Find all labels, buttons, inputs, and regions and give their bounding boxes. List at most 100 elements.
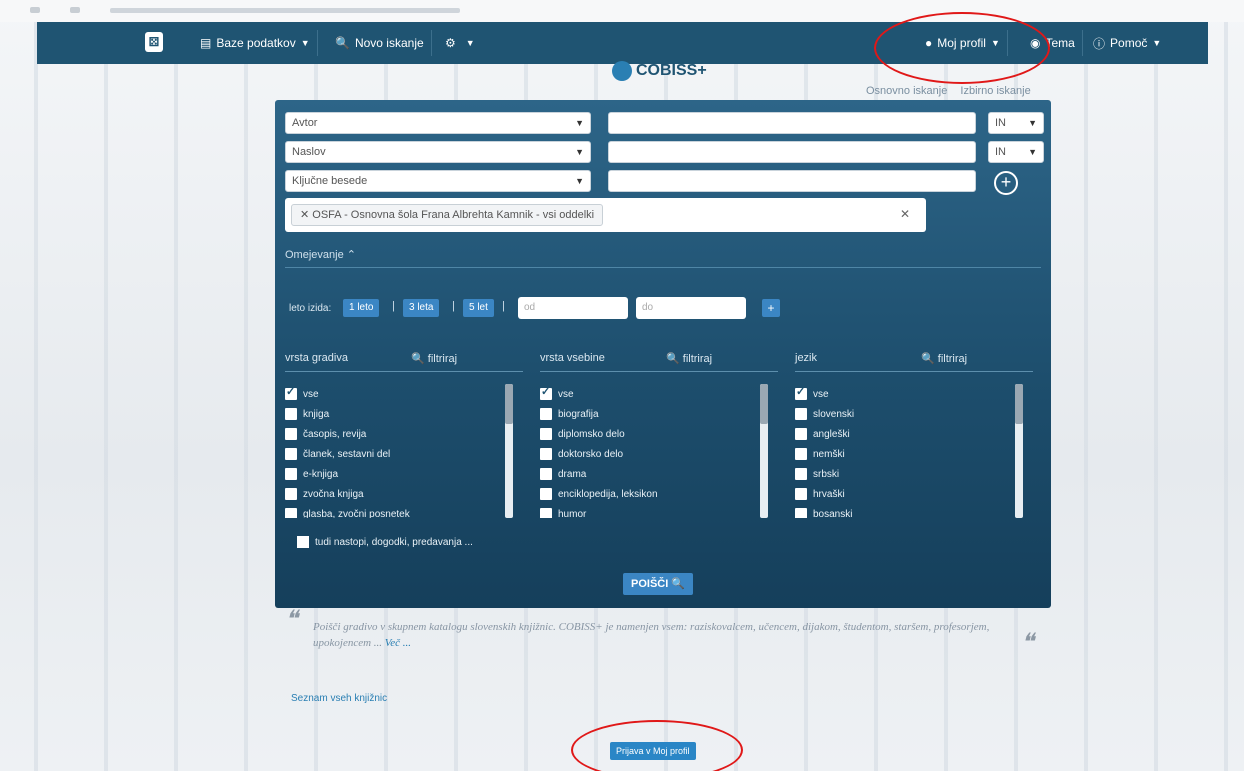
cobiss-logo-icon bbox=[612, 61, 632, 81]
year-from-input[interactable]: od bbox=[518, 297, 628, 319]
scrollbar[interactable] bbox=[505, 384, 513, 518]
add-row-plus-icon[interactable]: + bbox=[994, 171, 1018, 195]
search-term-input-3[interactable] bbox=[608, 170, 976, 192]
list-item[interactable]: enciklopedija, leksikon bbox=[540, 484, 770, 504]
checkbox[interactable] bbox=[285, 508, 297, 518]
cobiss-logo-icon[interactable]: ⚄ bbox=[145, 32, 163, 52]
search-term-input-2[interactable] bbox=[608, 141, 976, 163]
list-item[interactable]: humor bbox=[540, 504, 770, 518]
expert-search-link[interactable]: Izbirno iskanje bbox=[960, 85, 1030, 97]
checkbox[interactable] bbox=[540, 468, 552, 480]
checkbox[interactable] bbox=[795, 508, 807, 518]
list-item[interactable]: bosanski bbox=[795, 504, 1025, 518]
checkbox[interactable] bbox=[285, 428, 297, 440]
restrict-toggle[interactable]: Omejevanje ⌃ bbox=[285, 248, 356, 261]
filter-header: jezik 🔍 filtriraj bbox=[795, 348, 1033, 372]
filter-header: vrsta gradiva 🔍 filtriraj bbox=[285, 348, 523, 372]
filter-search-link[interactable]: 🔍 filtriraj bbox=[666, 352, 712, 365]
checkbox[interactable] bbox=[285, 468, 297, 480]
chevron-down-icon: ▼ bbox=[575, 147, 584, 157]
checkbox[interactable] bbox=[297, 536, 309, 548]
quote-open-icon: ❝ bbox=[285, 607, 298, 633]
my-profile-menu[interactable]: ● Moj profil ▼ bbox=[917, 22, 1008, 64]
library-scope-field[interactable]: ✕ OSFA - Osnovna šola Frana Albrehta Kam… bbox=[285, 198, 926, 232]
checkbox[interactable] bbox=[540, 488, 552, 500]
chevron-down-icon: ▼ bbox=[465, 38, 475, 48]
list-item[interactable]: biografija bbox=[540, 404, 770, 424]
checkbox[interactable] bbox=[795, 408, 807, 420]
checkbox[interactable] bbox=[540, 508, 552, 518]
apply-years-plus-button[interactable]: + bbox=[762, 299, 780, 317]
my-profile-label: Moj profil bbox=[937, 36, 986, 50]
list-item[interactable]: časopis, revija bbox=[285, 424, 515, 444]
list-item[interactable]: doktorsko delo bbox=[540, 444, 770, 464]
list-item[interactable]: vse bbox=[540, 384, 770, 404]
year-1-button[interactable]: 1 leto bbox=[343, 299, 380, 317]
field-select-2[interactable]: Naslov ▼ bbox=[285, 141, 591, 163]
operator-select-1[interactable]: IN ▼ bbox=[988, 112, 1044, 134]
theme-label: Tema bbox=[1045, 36, 1075, 50]
login-my-profile-button[interactable]: Prijava v Moj profil bbox=[610, 742, 696, 760]
checkbox[interactable] bbox=[540, 408, 552, 420]
checkbox[interactable] bbox=[285, 488, 297, 500]
library-scope-tag[interactable]: ✕ OSFA - Osnovna šola Frana Albrehta Kam… bbox=[291, 204, 604, 226]
address-bar[interactable] bbox=[110, 8, 460, 13]
chevron-down-icon: ▼ bbox=[575, 118, 584, 128]
list-item[interactable]: članek, sestavni del bbox=[285, 444, 515, 464]
list-item[interactable]: knjiga bbox=[285, 404, 515, 424]
back-icon[interactable] bbox=[30, 7, 40, 13]
clear-scope-icon[interactable]: ✕ bbox=[900, 207, 910, 221]
list-item[interactable]: glasba, zvočni posnetek bbox=[285, 504, 515, 518]
year-5-button[interactable]: 5 let bbox=[463, 299, 494, 317]
search-icon: 🔍 bbox=[666, 353, 680, 365]
checkbox[interactable] bbox=[795, 468, 807, 480]
all-libraries-link[interactable]: Seznam vseh knjižnic bbox=[291, 693, 387, 704]
field-select-value: Ključne besede bbox=[292, 175, 368, 187]
filter-search-link[interactable]: 🔍 filtriraj bbox=[411, 352, 457, 365]
new-search-link[interactable]: 🔍 Novo iskanje bbox=[327, 22, 432, 64]
checkbox[interactable] bbox=[540, 448, 552, 460]
list-item[interactable]: vse bbox=[795, 384, 1025, 404]
filter-search-link[interactable]: 🔍 filtriraj bbox=[921, 352, 967, 365]
more-link[interactable]: Več ... bbox=[385, 637, 411, 649]
databases-menu[interactable]: ▤ Baze podatkov ▼ bbox=[192, 22, 318, 64]
list-item[interactable]: drama bbox=[540, 464, 770, 484]
year-3-button[interactable]: 3 leta bbox=[403, 299, 440, 317]
events-checkbox-option[interactable]: tudi nastopi, dogodki, predavanja ... bbox=[297, 536, 473, 548]
list-item[interactable]: diplomsko delo bbox=[540, 424, 770, 444]
search-term-input-1[interactable] bbox=[608, 112, 976, 134]
scrollbar[interactable] bbox=[1015, 384, 1023, 518]
list-item[interactable]: slovenski bbox=[795, 404, 1025, 424]
year-to-input[interactable]: do bbox=[636, 297, 746, 319]
list-item[interactable]: hrvaški bbox=[795, 484, 1025, 504]
chevron-down-icon: ▼ bbox=[300, 38, 310, 48]
field-select-3[interactable]: Ključne besede ▼ bbox=[285, 170, 591, 192]
list-item[interactable]: e-knjiga bbox=[285, 464, 515, 484]
checkbox[interactable] bbox=[795, 448, 807, 460]
search-icon: 🔍 bbox=[411, 353, 425, 365]
checkbox[interactable] bbox=[795, 488, 807, 500]
checkbox[interactable] bbox=[285, 448, 297, 460]
basic-search-link[interactable]: Osnovno iskanje bbox=[866, 85, 947, 97]
search-submit-button[interactable]: POIŠČI 🔍 bbox=[623, 573, 694, 595]
checkbox[interactable] bbox=[285, 408, 297, 420]
list-item[interactable]: zvočna knjiga bbox=[285, 484, 515, 504]
list-item[interactable]: srbski bbox=[795, 464, 1025, 484]
checkbox[interactable] bbox=[540, 428, 552, 440]
search-icon: 🔍 bbox=[671, 578, 686, 590]
field-select-1[interactable]: Avtor ▼ bbox=[285, 112, 591, 134]
checkbox[interactable] bbox=[285, 385, 297, 400]
checkbox[interactable] bbox=[795, 385, 807, 400]
list-item[interactable]: vse bbox=[285, 384, 515, 404]
operator-select-2[interactable]: IN ▼ bbox=[988, 141, 1044, 163]
reload-icon[interactable] bbox=[70, 7, 80, 13]
settings-menu[interactable]: ⚙ ▼ bbox=[437, 22, 483, 64]
help-menu[interactable]: ⓘ Pomoč ▼ bbox=[1085, 22, 1169, 64]
publication-year-label: leto izida: bbox=[289, 303, 332, 314]
checkbox[interactable] bbox=[795, 428, 807, 440]
theme-toggle[interactable]: ◉ Tema bbox=[1022, 22, 1083, 64]
scrollbar[interactable] bbox=[760, 384, 768, 518]
checkbox[interactable] bbox=[540, 385, 552, 400]
list-item[interactable]: nemški bbox=[795, 444, 1025, 464]
list-item[interactable]: angleški bbox=[795, 424, 1025, 444]
